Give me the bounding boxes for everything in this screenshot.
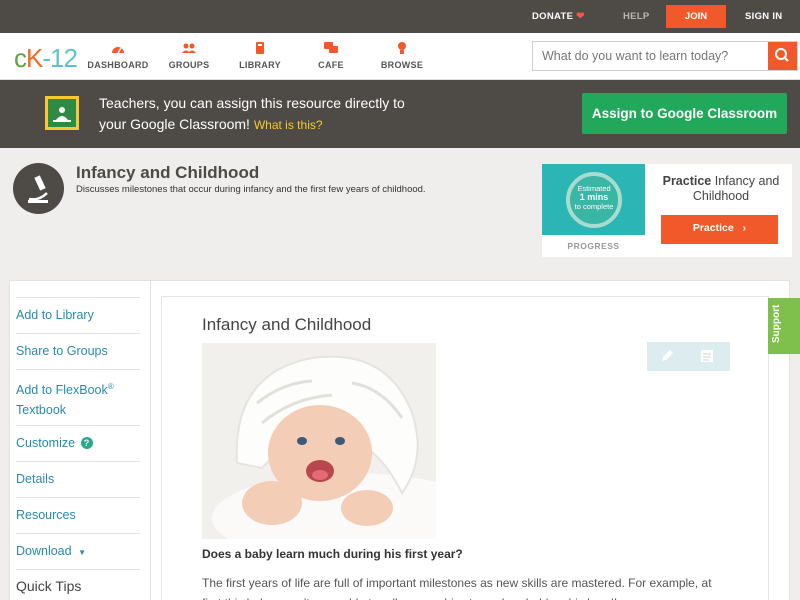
pencil-icon[interactable] — [659, 348, 675, 364]
chevron-right-icon: › — [742, 222, 747, 234]
nav-browse-label: BROWSE — [380, 60, 424, 70]
banner-line2: your Google Classroom! — [99, 116, 250, 132]
article-question: Does a baby learn much during his first … — [202, 547, 463, 561]
sidebar-item-share-to-groups[interactable]: Share to Groups — [16, 333, 140, 369]
nav-groups-label: GROUPS — [168, 60, 210, 70]
sidebar-item-resources[interactable]: Resources — [16, 497, 140, 533]
article-tools — [647, 342, 730, 371]
sign-in-link[interactable]: SIGN IN — [745, 11, 782, 22]
nav-browse[interactable]: BROWSE — [367, 41, 437, 70]
assign-to-google-classroom-button[interactable]: Assign to Google Classroom — [582, 93, 787, 134]
dashboard-icon — [112, 47, 124, 54]
cafe-icon — [324, 42, 338, 53]
library-icon — [256, 42, 264, 54]
progress-tile[interactable]: Estimated 1 mins to complete — [542, 164, 645, 235]
article-paragraph: The first years of life are full of impo… — [202, 576, 712, 600]
progress-label: PROGRESS — [567, 241, 620, 251]
quick-tips-heading[interactable]: Quick Tips — [16, 569, 140, 594]
search-box — [532, 41, 798, 71]
nav-library[interactable]: LIBRARY — [225, 41, 295, 70]
concept-title: Infancy and Childhood — [76, 163, 260, 182]
groups-icon — [182, 43, 196, 53]
search-button[interactable] — [768, 42, 797, 70]
concept-description: Discusses milestones that occur during i… — [76, 184, 426, 195]
help-link[interactable]: HELP — [623, 11, 650, 22]
sidebar: Add to Library Share to Groups Add to Fl… — [9, 280, 151, 600]
baby-image — [202, 343, 436, 539]
help-icon[interactable]: ? — [80, 437, 93, 449]
sidebar-item-download[interactable]: Download ▼ — [16, 533, 140, 569]
nav-cafe-label: CAFE — [318, 60, 344, 70]
article-title: Infancy and Childhood — [202, 315, 372, 334]
main-nav: cK-12 DASHBOARD GROUPS LIBRARY CAFE BROW… — [0, 33, 800, 80]
estimate-text: Estimated 1 mins to complete — [574, 184, 614, 211]
sidebar-item-details[interactable]: Details — [16, 461, 140, 497]
nav-dashboard[interactable]: DASHBOARD — [83, 41, 153, 70]
banner-line1: Teachers, you can assign this resource d… — [99, 95, 405, 111]
nav-dashboard-label: DASHBOARD — [87, 60, 149, 70]
nav-cafe[interactable]: CAFE — [296, 41, 366, 70]
nav-library-label: LIBRARY — [239, 60, 281, 70]
sidebar-item-add-to-library[interactable]: Add to Library — [16, 297, 140, 333]
microscope-icon — [13, 163, 64, 214]
top-bar: DONATE ❤ HELP JOIN SIGN IN — [0, 0, 800, 33]
practice-widget: Estimated 1 mins to complete PROGRESS Pr… — [542, 164, 792, 257]
banner-text: Teachers, you can assign this resource d… — [99, 93, 439, 136]
practice-title: Practice Infancy and Childhood — [662, 174, 780, 203]
search-icon — [775, 48, 789, 62]
practice-button[interactable]: Practice › — [661, 215, 778, 244]
nav-groups[interactable]: GROUPS — [154, 41, 224, 70]
sidebar-item-add-to-flexbook[interactable]: Add to FlexBook® Textbook — [16, 369, 140, 425]
browse-icon — [398, 42, 406, 54]
ck12-logo[interactable]: cK-12 — [14, 43, 78, 74]
notes-icon[interactable] — [699, 348, 715, 364]
search-input[interactable] — [533, 42, 769, 70]
heart-icon: ❤ — [576, 11, 585, 22]
support-tab[interactable]: Support — [768, 298, 800, 354]
sidebar-item-customize[interactable]: Customize ? — [16, 425, 140, 461]
what-is-this-link[interactable]: What is this? — [254, 118, 323, 132]
join-button[interactable]: JOIN — [666, 5, 726, 28]
donate-link[interactable]: DONATE ❤ — [532, 11, 585, 22]
google-classroom-icon — [45, 96, 79, 130]
dropdown-arrow-icon: ▼ — [78, 548, 86, 557]
